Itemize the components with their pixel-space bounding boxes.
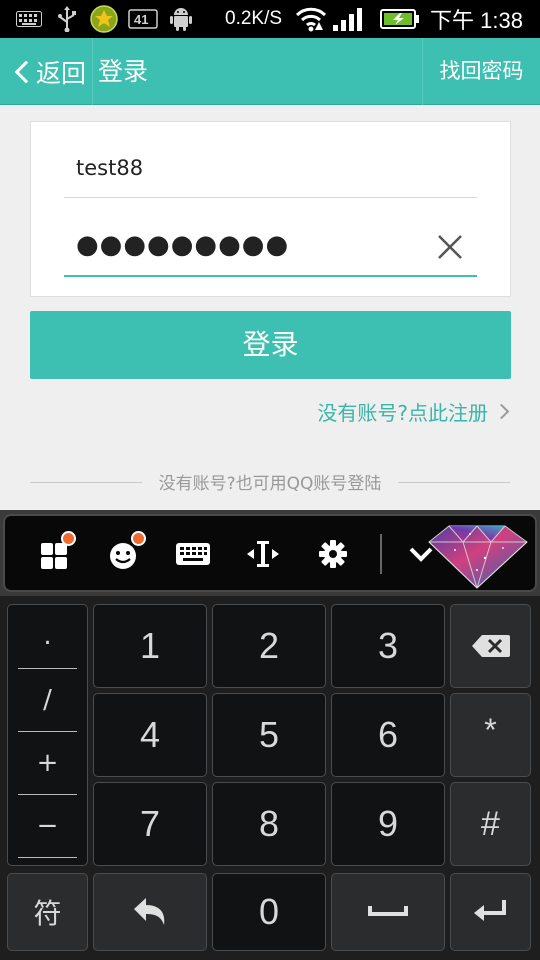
back-button[interactable]: 返回 [0,38,92,105]
key-1[interactable]: 1 [93,604,207,688]
toolbar-divider [380,534,382,574]
notification-badge [61,531,76,546]
username-field[interactable]: test88 [64,136,477,198]
password-value: ●●●●●●●●● [76,230,290,260]
numeric-keyboard: . / + − 1 2 3 4 5 6 * 7 8 9 # 符 0 [0,596,540,960]
enter-icon [473,900,506,921]
key-3[interactable]: 3 [331,604,445,688]
undo-key[interactable] [93,873,207,951]
password-field[interactable]: ●●●●●●●●● [64,222,477,277]
username-value: test88 [76,156,144,180]
svg-text:41: 41 [134,12,148,27]
emoji-icon[interactable] [105,531,146,574]
chevron-left-icon [14,60,38,83]
key-0[interactable]: 0 [212,873,326,951]
notification-badge [131,531,146,546]
battery-charging-icon [380,0,420,38]
cursor-move-icon[interactable] [243,534,283,574]
status-bar: 41 0.2K/S 下午 1:38 [0,0,540,38]
key-slash[interactable]: / [18,669,77,731]
key-8[interactable]: 8 [212,782,326,866]
keyboard-icon[interactable] [173,534,213,574]
wifi-icon [294,0,328,38]
network-speed: 0.2K/S [225,8,283,29]
space-key[interactable] [331,873,445,951]
space-icon [368,906,408,916]
undo-icon [134,898,165,925]
page-title: 登录 [98,57,149,86]
chevron-right-icon [493,403,510,419]
signal-icon [332,0,366,38]
key-5[interactable]: 5 [212,693,326,777]
usb-icon [56,0,78,38]
key-2[interactable]: 2 [212,604,326,688]
clock: 下午 1:38 [430,8,523,33]
login-form-card: test88 ●●●●●●●●● [30,121,511,297]
keyboard-toolbar-panel [3,514,537,592]
clear-icon[interactable] [435,232,465,262]
key-9[interactable]: 9 [331,782,445,866]
title-bar: 返回 登录 找回密码 [0,38,540,105]
login-button[interactable]: 登录 [30,311,511,379]
divider-left [30,482,142,483]
symbol-divider [18,857,77,858]
key-minus[interactable]: − [18,795,77,857]
divider-right [398,482,510,483]
enter-key[interactable] [450,873,531,951]
keyboard-toolbar [0,510,540,596]
key-4[interactable]: 4 [93,693,207,777]
skin-diamond-icon[interactable] [415,520,539,590]
qq-login-text: 没有账号?也可用QQ账号登陆 [158,474,382,494]
key-hash[interactable]: # [450,782,531,866]
title-divider [92,38,93,105]
key-6[interactable]: 6 [331,693,445,777]
symbol-column: . / + − [7,604,88,866]
key-7[interactable]: 7 [93,782,207,866]
back-label: 返回 [36,58,87,88]
keyboard-icon [16,0,42,38]
backspace-icon [471,635,510,657]
key-plus[interactable]: + [18,732,77,794]
key-dot[interactable]: . [18,605,77,667]
register-link[interactable]: 没有账号?点此注册 [280,396,512,426]
android-icon [170,0,192,38]
symbol-mode-key[interactable]: 符 [7,873,88,951]
apps-icon[interactable] [35,531,76,574]
sim-4g-icon: 41 [128,0,158,38]
app-icon [90,0,118,38]
settings-icon[interactable] [313,534,353,574]
forgot-password-button[interactable]: 找回密码 [423,38,540,105]
key-star[interactable]: * [450,693,531,777]
register-link-label: 没有账号?点此注册 [317,400,488,425]
backspace-key[interactable] [450,604,531,688]
